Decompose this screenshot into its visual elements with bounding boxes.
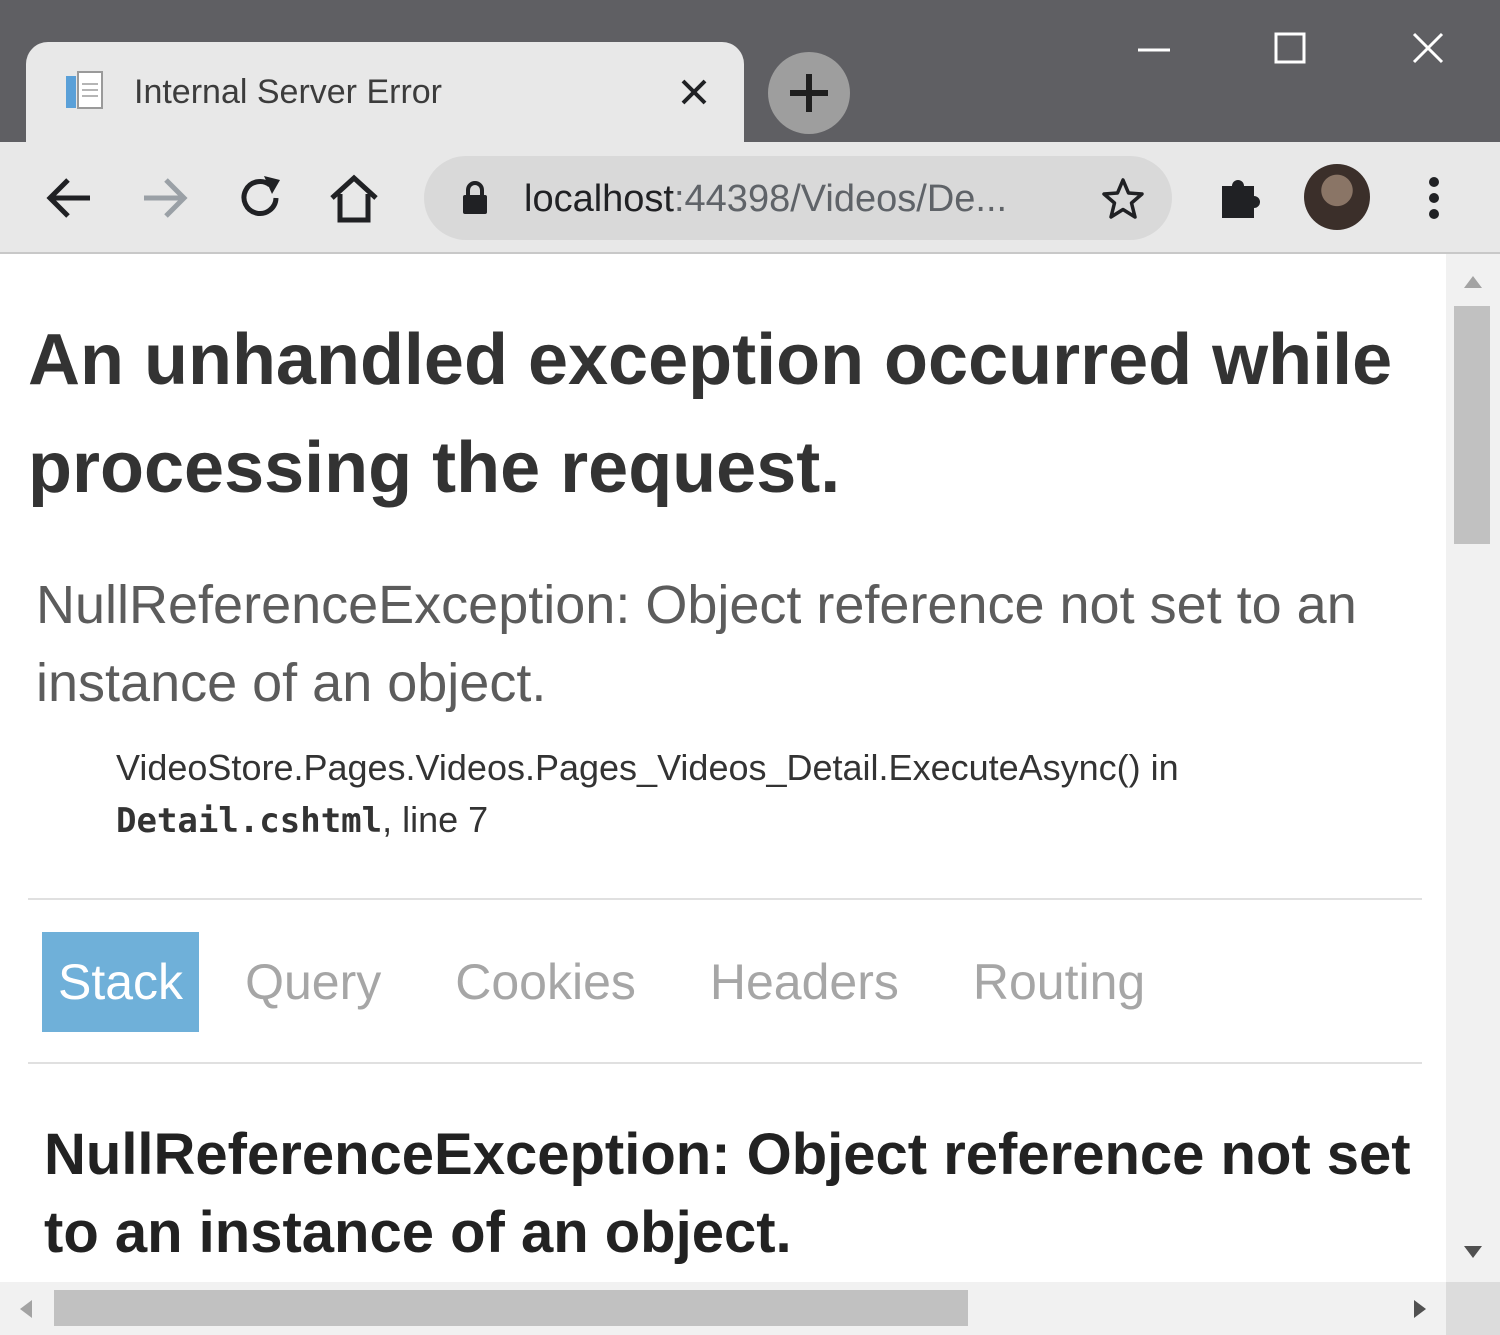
vertical-scrollbar[interactable]: [1446, 254, 1500, 1282]
tab-stack[interactable]: Stack: [42, 932, 200, 1032]
home-button[interactable]: [324, 168, 384, 228]
scroll-down-arrow-icon[interactable]: [1460, 1242, 1486, 1262]
url-path: :44398/Videos/De...: [673, 178, 1008, 220]
home-icon: [330, 174, 378, 223]
menu-button[interactable]: [1404, 168, 1464, 228]
plus-icon: [790, 74, 828, 112]
browser-window: Internal Server Error localhost:44398/Vi…: [0, 0, 1500, 1335]
address-bar[interactable]: localhost:44398/Videos/De...: [424, 156, 1172, 240]
forward-arrow-icon: [144, 178, 188, 218]
exception-message: NullReferenceException: Object reference…: [36, 575, 1357, 713]
close-window-button[interactable]: [1398, 24, 1458, 74]
puzzle-extensions-icon: [1222, 180, 1260, 218]
minimize-button[interactable]: [1124, 24, 1184, 74]
maximize-icon: [1274, 32, 1306, 64]
page-title: An unhandled exception occurred while pr…: [28, 320, 1393, 508]
tab-title: Internal Server Error: [134, 73, 442, 111]
kebab-menu-icon: [1429, 177, 1439, 219]
horizontal-scroll-thumb[interactable]: [54, 1290, 968, 1326]
tab-strip: Internal Server Error: [0, 0, 1500, 146]
exception-location: VideoStore.Pages.Videos.Pages_Videos_Det…: [116, 742, 1416, 847]
divider: [28, 898, 1422, 900]
reload-icon: [241, 176, 280, 216]
back-button[interactable]: [40, 168, 100, 228]
vertical-scroll-thumb[interactable]: [1454, 306, 1490, 544]
profile-avatar[interactable]: [1304, 164, 1370, 230]
tab-query[interactable]: Query: [229, 932, 397, 1032]
close-tab-icon[interactable]: [674, 72, 714, 112]
reload-button[interactable]: [230, 168, 290, 228]
page-content: An unhandled exception occurred while pr…: [0, 254, 1446, 1280]
horizontal-scrollbar[interactable]: [0, 1282, 1446, 1335]
location-method: VideoStore.Pages.Videos.Pages_Videos_Det…: [116, 747, 1179, 788]
minimize-icon: [1138, 48, 1170, 52]
scroll-up-arrow-icon[interactable]: [1460, 272, 1486, 292]
scrollbar-corner: [1446, 1282, 1500, 1335]
tab-routing[interactable]: Routing: [957, 932, 1161, 1032]
location-file: Detail.cshtml: [116, 801, 383, 841]
tab-headers[interactable]: Headers: [694, 932, 915, 1032]
extensions-button[interactable]: [1210, 168, 1270, 228]
forward-button[interactable]: [134, 168, 194, 228]
tab-cookies[interactable]: Cookies: [439, 932, 652, 1032]
scroll-left-arrow-icon[interactable]: [16, 1296, 36, 1322]
page-icon: [64, 70, 106, 112]
scroll-right-arrow-icon[interactable]: [1410, 1296, 1430, 1322]
bookmark-star-icon[interactable]: [1100, 176, 1146, 222]
browser-toolbar: localhost:44398/Videos/De...: [0, 142, 1500, 254]
url-text[interactable]: localhost:44398/Videos/De...: [524, 176, 1007, 222]
back-arrow-icon: [46, 178, 90, 218]
divider: [28, 1062, 1422, 1064]
lock-icon[interactable]: [460, 180, 490, 216]
close-icon: [1412, 32, 1444, 64]
browser-tab[interactable]: Internal Server Error: [26, 42, 744, 146]
error-page-tabs: Stack Query Cookies Headers Routing: [42, 932, 1203, 1032]
location-line: , line 7: [382, 799, 489, 840]
stack-exception-heading: NullReferenceException: Object reference…: [44, 1122, 1411, 1265]
url-host: localhost: [524, 178, 674, 220]
new-tab-button[interactable]: [768, 52, 850, 134]
maximize-button[interactable]: [1260, 24, 1320, 74]
